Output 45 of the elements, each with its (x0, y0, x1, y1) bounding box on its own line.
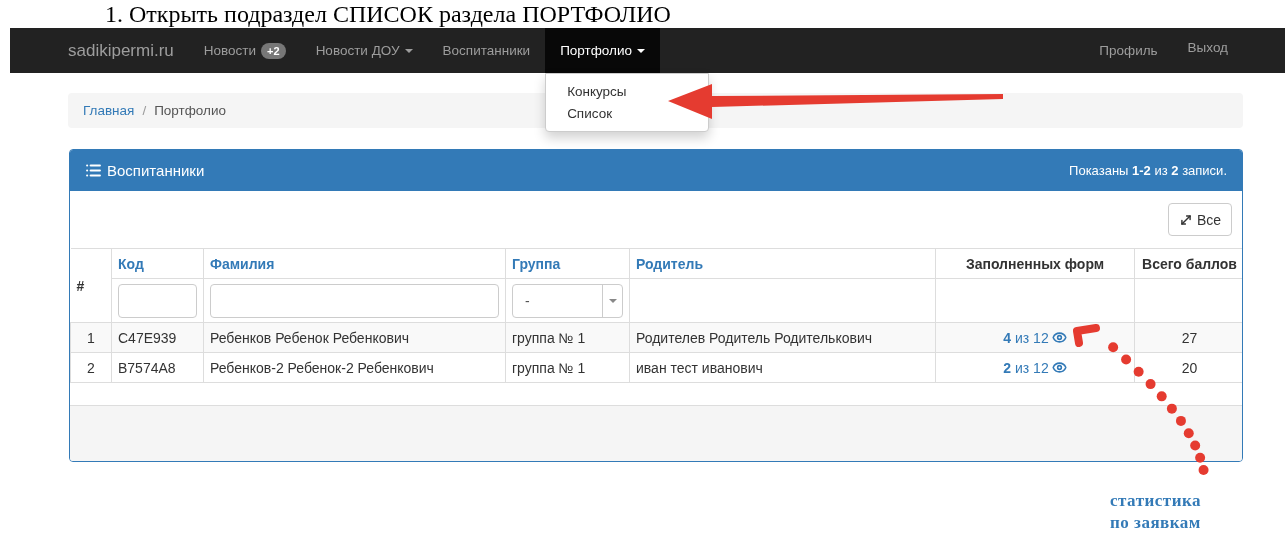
nav-item[interactable]: Новости ДОУ (300, 28, 428, 73)
table-cell: 2 (70, 352, 112, 383)
table-cell: Ребенков Ребенок Ребенкович (203, 322, 506, 353)
nav-item[interactable]: Портфолио (545, 28, 660, 73)
filter-field[interactable] (118, 283, 197, 318)
column-header: # (70, 248, 112, 323)
table-cell: B7574A8 (111, 352, 204, 383)
brand-link[interactable]: sadikipermi.ru (68, 28, 174, 73)
column-header[interactable]: Группа (505, 248, 630, 279)
menu-item[interactable]: Конкурсы (567, 82, 627, 101)
column-header: Всего баллов (1134, 248, 1242, 279)
instruction-text: 1. Открыть подраздел СПИСОК раздела ПОРТФОЛИО (105, 0, 672, 28)
filter-select[interactable]: - (512, 283, 623, 318)
eye-icon[interactable] (1051, 360, 1067, 375)
forms-link[interactable]: 2 из 12 (1003, 359, 1067, 376)
caret-icon (608, 298, 617, 303)
nav-item[interactable]: Профиль (1084, 28, 1173, 73)
table-cell: группа № 1 (505, 352, 630, 383)
nav-item[interactable]: Новости +2 (188, 28, 301, 73)
table-cell: 1 (70, 322, 112, 353)
menu-item[interactable]: Список (567, 104, 613, 123)
column-header[interactable]: Родитель (629, 248, 936, 279)
table-cell: группа № 1 (505, 322, 630, 353)
column-header[interactable]: Код (111, 248, 204, 279)
table-cell: C47E939 (111, 322, 204, 353)
breadcrumb-current: Портфолио (154, 103, 226, 118)
filter-field[interactable] (210, 283, 499, 318)
table-cell: Ребенков-2 Ребенок-2 Ребенкович (203, 352, 506, 383)
breadcrumb-link[interactable]: Главная (83, 103, 135, 118)
breadcrumb-separator: / (142, 103, 147, 118)
table-cell: иван тест иванович (629, 352, 936, 383)
nav-item[interactable]: Воспитанники (427, 28, 546, 73)
panel-title: Воспитанники (107, 162, 205, 179)
count-badge: +2 (261, 42, 286, 59)
expand-icon (1178, 212, 1193, 227)
column-header: Заполненных форм (935, 248, 1135, 279)
column-header[interactable]: Фамилия (203, 248, 506, 279)
annotation-text: статистика по заявкам (1109, 490, 1203, 534)
summary-text: Показаны 1-2 из 2 записи. (1069, 163, 1227, 178)
expand-button[interactable]: Все (1167, 203, 1232, 236)
eye-icon[interactable] (1051, 330, 1067, 345)
forms-link[interactable]: 4 из 12 (1003, 329, 1067, 346)
table-cell: Родителев Родитель Родителькович (629, 322, 936, 353)
nav-item[interactable]: Выход (1172, 28, 1243, 73)
list-icon (85, 162, 102, 179)
